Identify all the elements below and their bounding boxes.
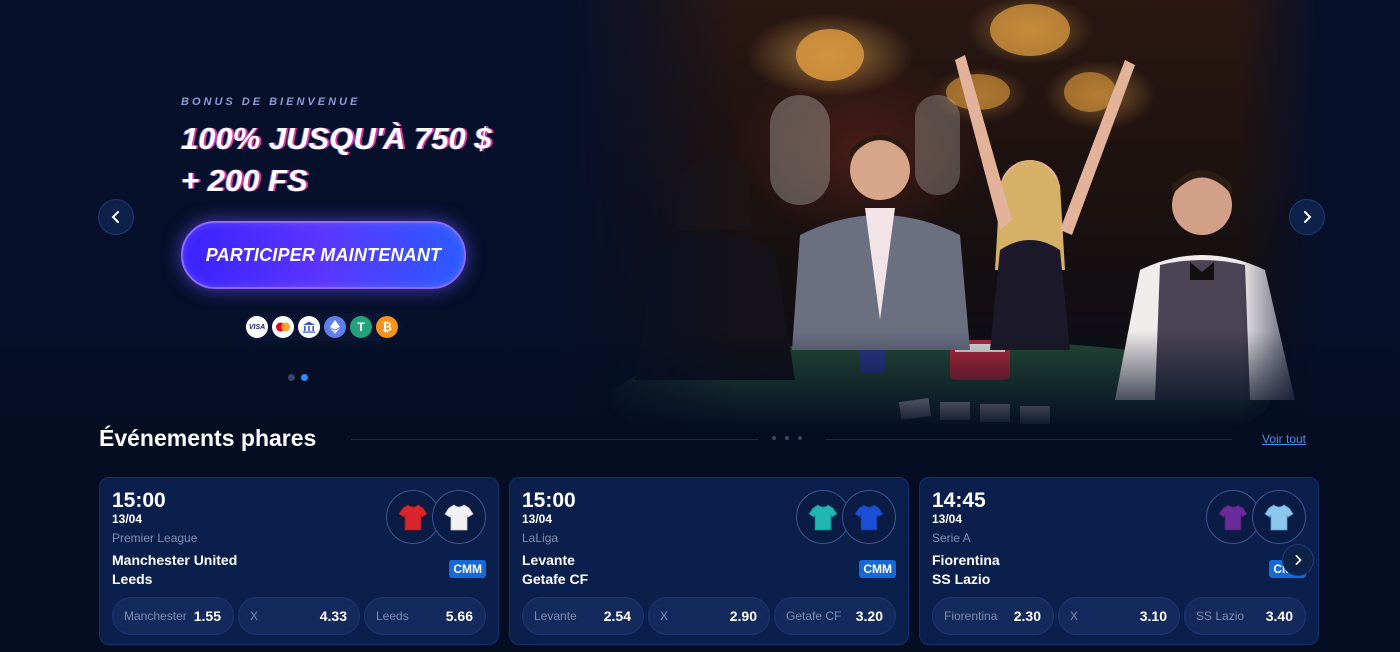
ethereum-icon — [324, 316, 346, 338]
bonus-headline: 100% JUSQU'À 750 $ + 200 FS — [181, 118, 561, 202]
visa-icon: VISA — [246, 316, 268, 338]
header-divider-left — [351, 439, 758, 440]
odd-away-button[interactable]: SS Lazio 3.40 — [1184, 597, 1306, 635]
bitcoin-icon: ₿ — [376, 316, 398, 338]
away-jersey-icon — [432, 490, 486, 544]
odd-away-button[interactable]: Leeds 5.66 — [364, 597, 486, 635]
carousel-dot-1[interactable] — [288, 374, 295, 381]
bonus-headline-line1: 100% JUSQU'À 750 $ — [181, 121, 492, 156]
odd-label: Manchester United — [124, 609, 186, 623]
event-card[interactable]: 14:45 13/04 Serie A Fiorentina SS Lazio … — [919, 477, 1319, 645]
match-date: 13/04 — [522, 512, 553, 526]
league-name: Serie A — [932, 531, 971, 545]
chevron-left-icon — [111, 211, 119, 223]
match-time: 14:45 — [932, 489, 986, 512]
odd-value: 1.55 — [193, 608, 221, 624]
odd-value: 3.10 — [1139, 608, 1167, 624]
market-badge: CMM — [859, 560, 896, 578]
odd-draw-button[interactable]: X 3.10 — [1058, 597, 1180, 635]
bonus-headline-line2: + 200 FS — [181, 163, 308, 198]
mastercard-icon — [272, 316, 294, 338]
odd-home-button[interactable]: Levante 2.54 — [522, 597, 644, 635]
odd-value: 2.54 — [603, 608, 631, 624]
odds-row: Fiorentina 2.30 X 3.10 SS Lazio 3.40 — [932, 597, 1306, 635]
odd-away-button[interactable]: Getafe CF 3.20 — [774, 597, 896, 635]
tether-icon: T — [350, 316, 372, 338]
bank-icon — [298, 316, 320, 338]
chevron-right-icon — [1295, 555, 1302, 565]
odd-value: 3.40 — [1265, 608, 1293, 624]
match-time: 15:00 — [112, 489, 166, 512]
participate-now-button[interactable]: PARTICIPER MAINTENANT — [181, 221, 466, 289]
header-dots — [772, 436, 802, 440]
event-card[interactable]: 15:00 13/04 LaLiga Levante Getafe CF CMM… — [509, 477, 909, 645]
odds-row: Levante 2.54 X 2.90 Getafe CF 3.20 — [522, 597, 896, 635]
away-team: Getafe CF — [522, 571, 589, 587]
odd-draw-button[interactable]: X 4.33 — [238, 597, 360, 635]
odd-home-button[interactable]: Fiorentina 2.30 — [932, 597, 1054, 635]
see-all-link[interactable]: Voir tout — [1262, 432, 1306, 446]
odd-label: SS Lazio — [1196, 609, 1245, 623]
odd-label: Leeds — [376, 609, 409, 623]
away-jersey-icon — [842, 490, 896, 544]
odd-label: X — [660, 609, 669, 623]
odd-label: X — [250, 609, 259, 623]
odd-label: Getafe CF — [786, 609, 842, 623]
match-time: 15:00 — [522, 489, 576, 512]
odd-label: Fiorentina — [944, 609, 998, 623]
odd-label: X — [1070, 609, 1079, 623]
odd-value: 2.30 — [1013, 608, 1041, 624]
carousel-next-button[interactable] — [1289, 199, 1325, 235]
payment-methods: VISA T ₿ — [243, 313, 401, 341]
odds-row: Manchester United 1.55 X 4.33 Leeds 5.66 — [112, 597, 486, 635]
odd-draw-button[interactable]: X 2.90 — [648, 597, 770, 635]
home-team: Manchester United — [112, 552, 238, 568]
featured-events-header: Événements phares Voir tout — [99, 420, 1306, 456]
odd-home-button[interactable]: Manchester United 1.55 — [112, 597, 234, 635]
section-title: Événements phares — [99, 425, 317, 451]
match-date: 13/04 — [112, 512, 143, 526]
header-divider-right — [826, 439, 1232, 440]
market-badge: CMM — [449, 560, 486, 578]
league-name: LaLiga — [522, 531, 559, 545]
away-team: SS Lazio — [932, 571, 991, 587]
odd-value: 3.20 — [855, 608, 883, 624]
carousel-indicators — [288, 374, 308, 381]
carousel-prev-button[interactable] — [98, 199, 134, 235]
odd-value: 2.90 — [729, 608, 757, 624]
odd-label: Levante — [534, 609, 577, 623]
event-card[interactable]: 15:00 13/04 Premier League Manchester Un… — [99, 477, 499, 645]
odd-value: 4.33 — [319, 608, 347, 624]
events-next-button[interactable] — [1282, 544, 1314, 576]
league-name: Premier League — [112, 531, 198, 545]
away-team: Leeds — [112, 571, 153, 587]
odd-value: 5.66 — [445, 608, 473, 624]
hero-banner: BONUS DE BIENVENUE 100% JUSQU'À 750 $ + … — [0, 0, 1400, 430]
match-date: 13/04 — [932, 512, 963, 526]
chevron-right-icon — [1304, 211, 1312, 223]
featured-events-list: 15:00 13/04 Premier League Manchester Un… — [99, 477, 1320, 647]
home-team: Fiorentina — [932, 552, 1000, 568]
bonus-kicker: BONUS DE BIENVENUE — [181, 96, 361, 108]
home-team: Levante — [522, 552, 575, 568]
carousel-dot-2[interactable] — [301, 374, 308, 381]
away-jersey-icon — [1252, 490, 1306, 544]
